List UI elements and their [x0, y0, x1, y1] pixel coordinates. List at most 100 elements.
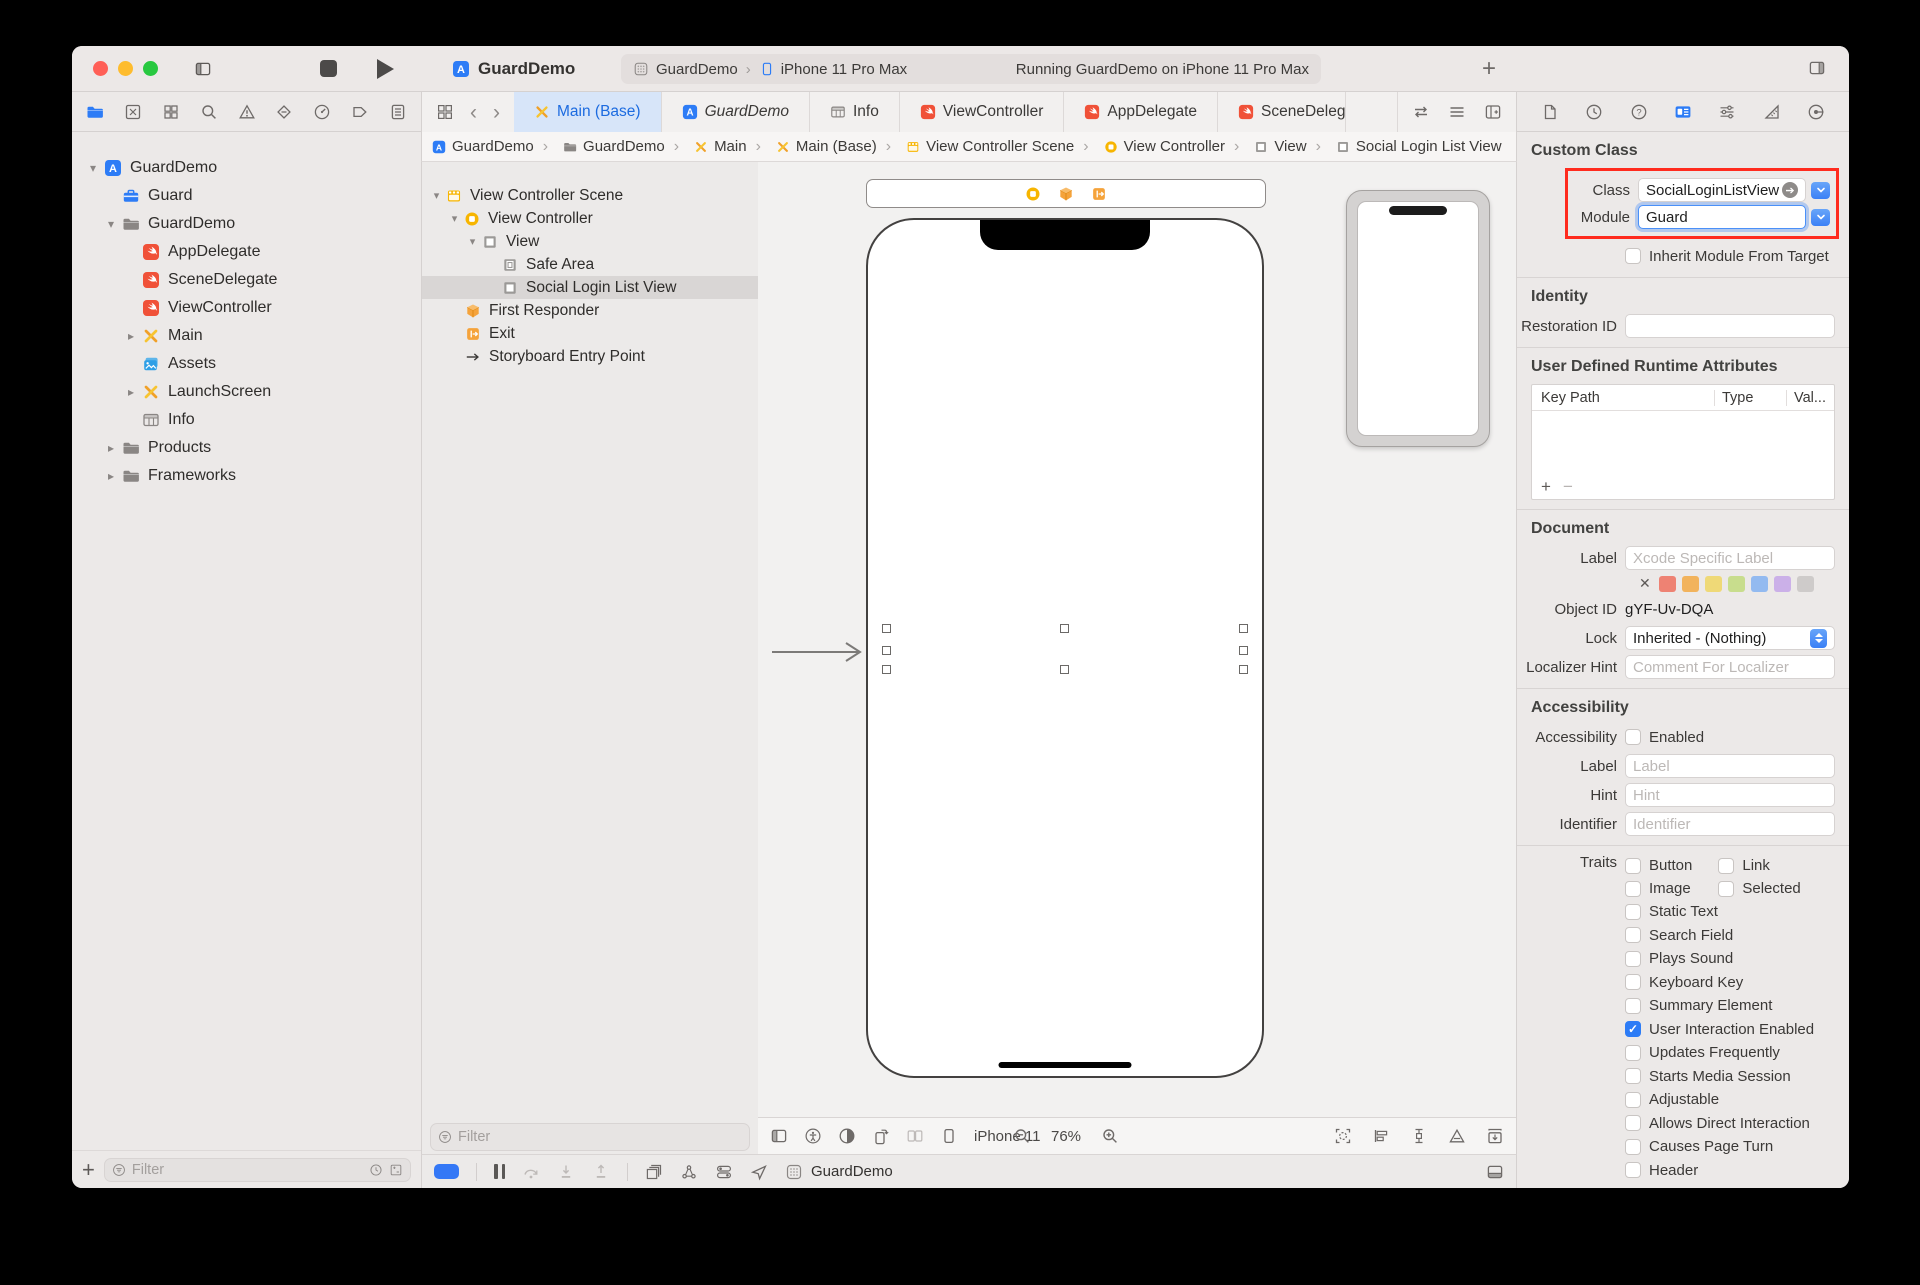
identity-inspector-icon[interactable] [1674, 103, 1692, 121]
red-swatch[interactable] [1658, 575, 1676, 592]
issue-navigator-icon[interactable] [238, 103, 256, 121]
restoration-id-field[interactable] [1625, 314, 1835, 338]
breakpoints-toggle[interactable] [434, 1164, 459, 1179]
pause-icon[interactable] [494, 1164, 505, 1179]
localizer-hint-field[interactable] [1625, 655, 1835, 679]
accessibility-identifier-field[interactable] [1625, 812, 1835, 836]
code-review-icon[interactable] [1412, 103, 1430, 121]
selection-handle-top-left[interactable] [882, 624, 891, 633]
step-over-icon[interactable] [522, 1163, 540, 1181]
trait-user-interaction-enabled-checkbox[interactable]: ✓ [1625, 1021, 1641, 1038]
step-into-icon[interactable] [557, 1163, 575, 1181]
outline-item-first-responder[interactable]: First Responder [422, 299, 758, 322]
inherit-module-checkbox-row[interactable]: ✓ Inherit Module From Target [1625, 248, 1829, 265]
column-type[interactable]: Type [1714, 389, 1786, 406]
history-inspector-icon[interactable] [1585, 103, 1603, 121]
symbol-navigator-icon[interactable] [162, 103, 180, 121]
selection-handle-top-center[interactable] [1060, 624, 1069, 633]
yellow-swatch[interactable] [1704, 575, 1722, 592]
debug-area-toggle-icon[interactable] [1486, 1163, 1504, 1181]
minimize-window-button[interactable] [118, 61, 133, 76]
outline-item-social-login-list-view[interactable]: Social Login List View [422, 276, 758, 299]
accessibility-label-input[interactable] [1633, 757, 1827, 775]
stop-button[interactable] [320, 60, 337, 77]
trait-image[interactable]: ✓Image [1625, 877, 1692, 900]
trait-button-checkbox[interactable]: ✓ [1625, 857, 1641, 874]
navigator-filter-input[interactable] [131, 1161, 363, 1178]
remove-attribute-button[interactable]: − [1563, 477, 1573, 497]
tree-item-guard[interactable]: Guard [72, 182, 421, 210]
trait-adjustable-checkbox[interactable]: ✓ [1625, 1091, 1641, 1108]
disclosure-closed-icon[interactable]: ▸ [104, 441, 118, 455]
trait-search-field[interactable]: ✓Search Field [1625, 924, 1835, 948]
lock-stepper-icon[interactable] [1810, 628, 1827, 648]
find-navigator-icon[interactable] [200, 103, 218, 121]
selection-handle-bottom-left[interactable] [882, 665, 891, 674]
tab-scenedelegate[interactable]: SceneDeleg [1218, 92, 1347, 132]
trait-header-checkbox[interactable]: ✓ [1625, 1162, 1641, 1179]
trait-header[interactable]: ✓Header [1625, 1159, 1835, 1183]
zoom-window-button[interactable] [143, 61, 158, 76]
no-color-swatch[interactable]: ✕ [1639, 575, 1651, 592]
accessibility-enabled-checkbox[interactable]: ✓ [1625, 729, 1641, 745]
exit-icon[interactable] [1091, 186, 1107, 202]
device-preview-thumbnail[interactable] [1346, 190, 1490, 447]
accessibility-enabled-row[interactable]: ✓ Enabled [1625, 729, 1704, 746]
outline-item-safe-area[interactable]: Safe Area [422, 253, 758, 276]
trait-causes-page-turn[interactable]: ✓Causes Page Turn [1625, 1135, 1835, 1159]
tab-guarddemo[interactable]: GuardDemo [662, 92, 810, 132]
accessibility-label-field[interactable] [1625, 754, 1835, 778]
trait-allows-direct-interaction-checkbox[interactable]: ✓ [1625, 1115, 1641, 1132]
selection-handle-middle-left[interactable] [882, 646, 891, 655]
outline-item-view-controller[interactable]: ▾ View Controller [422, 207, 758, 230]
connections-inspector-icon[interactable] [1807, 103, 1825, 121]
trait-static-text-checkbox[interactable]: ✓ [1625, 903, 1641, 920]
trait-starts-media-session[interactable]: ✓Starts Media Session [1625, 1065, 1835, 1089]
forward-button[interactable]: › [493, 102, 500, 123]
purple-swatch[interactable] [1773, 575, 1791, 592]
resolve-autolayout-icon[interactable] [1448, 1127, 1466, 1145]
view-debugger-icon[interactable] [645, 1163, 663, 1181]
gray-swatch[interactable] [1796, 575, 1814, 592]
trait-plays-sound[interactable]: ✓Plays Sound [1625, 947, 1835, 971]
tree-item-products[interactable]: ▸ Products [72, 434, 421, 462]
report-navigator-icon[interactable] [389, 103, 407, 121]
disclosure-open-icon[interactable]: ▾ [104, 217, 118, 231]
tab-main-base[interactable]: Main (Base) [514, 92, 662, 132]
outline-item-exit[interactable]: Exit [422, 322, 758, 345]
breadcrumb-group[interactable]: GuardDemo [534, 138, 665, 156]
selection-handle-top-right[interactable] [1239, 624, 1248, 633]
class-field[interactable]: SocialLoginListView ➔ [1638, 178, 1806, 202]
debug-target[interactable]: GuardDemo [785, 1163, 893, 1181]
related-items-icon[interactable] [436, 103, 454, 121]
runtime-attributes-body[interactable] [1532, 411, 1834, 475]
accessibility-identifier-input[interactable] [1633, 815, 1827, 833]
tree-item-viewcontroller[interactable]: ViewController [72, 294, 421, 322]
zoom-out-icon[interactable] [1013, 1127, 1031, 1145]
navigator-filter-field[interactable] [103, 1157, 411, 1182]
first-responder-icon[interactable] [1058, 186, 1074, 202]
orientation-icon[interactable] [872, 1127, 890, 1145]
simulate-location-icon[interactable] [750, 1163, 768, 1181]
trait-starts-media-session-checkbox[interactable]: ✓ [1625, 1068, 1641, 1085]
scheme-project-label[interactable]: GuardDemo [656, 61, 738, 78]
navigator-toggle-icon[interactable] [194, 60, 212, 78]
breadcrumb-project[interactable]: GuardDemo [432, 138, 534, 155]
disclosure-open-icon[interactable]: ▾ [448, 212, 461, 225]
green-swatch[interactable] [1727, 575, 1745, 592]
add-editor-icon[interactable] [1484, 103, 1502, 121]
view-controller-icon[interactable] [1025, 186, 1041, 202]
new-tab-button[interactable]: + [1482, 55, 1496, 83]
disclosure-closed-icon[interactable]: ▸ [124, 385, 138, 399]
accessibility-hint-input[interactable] [1633, 786, 1827, 804]
step-out-icon[interactable] [592, 1163, 610, 1181]
restoration-id-input[interactable] [1633, 317, 1827, 335]
trait-static-text[interactable]: ✓Static Text [1625, 900, 1835, 924]
lock-dropdown[interactable]: Inherited - (Nothing) [1625, 626, 1835, 650]
disclosure-closed-icon[interactable]: ▸ [104, 469, 118, 483]
outline-item-scene[interactable]: ▾ View Controller Scene [422, 184, 758, 207]
breadcrumb-main[interactable]: Main [665, 138, 747, 156]
back-button[interactable]: ‹ [470, 102, 477, 123]
trait-adjustable[interactable]: ✓Adjustable [1625, 1088, 1835, 1112]
localizer-hint-input[interactable] [1633, 658, 1827, 676]
